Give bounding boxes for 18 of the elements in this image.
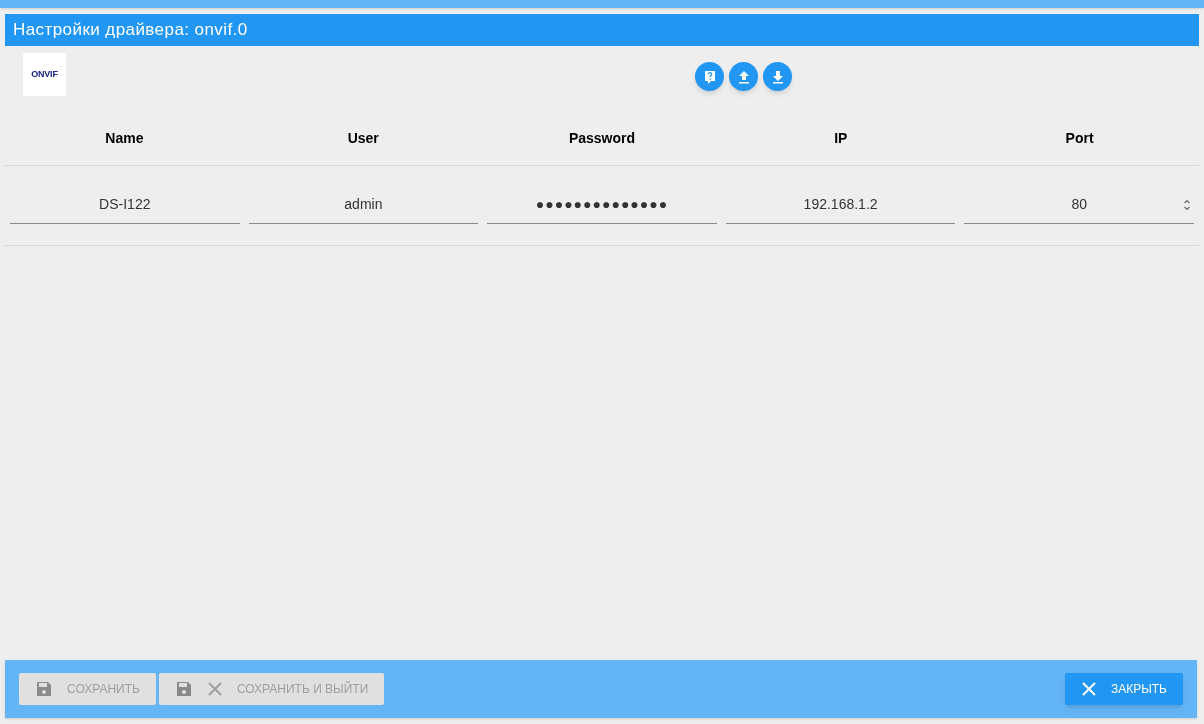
download-button[interactable] — [763, 62, 792, 91]
input-field[interactable]: admin — [248, 186, 479, 224]
column-header: Port — [1064, 129, 1095, 148]
password-field[interactable]: ●●●●●●●●●●●●●● — [487, 186, 717, 224]
input-field[interactable]: 192.168.1.2 — [725, 186, 956, 224]
input-field[interactable]: DS-I122 — [10, 186, 240, 224]
input-field[interactable]: 80 — [964, 186, 1194, 224]
column-header: IP — [833, 129, 849, 148]
column-header: Password — [567, 129, 637, 148]
column-header: Name — [104, 129, 145, 148]
dialog-title: Настройки драйвера: onvif.0 — [13, 19, 248, 42]
close-icon — [206, 681, 223, 697]
close-icon — [1080, 681, 1097, 697]
upload-button[interactable] — [729, 62, 758, 91]
column-header: User — [346, 129, 380, 148]
help-button[interactable] — [695, 62, 724, 91]
onvif-logo: ONVIF — [23, 53, 66, 96]
spinner-icon[interactable] — [1183, 198, 1191, 212]
